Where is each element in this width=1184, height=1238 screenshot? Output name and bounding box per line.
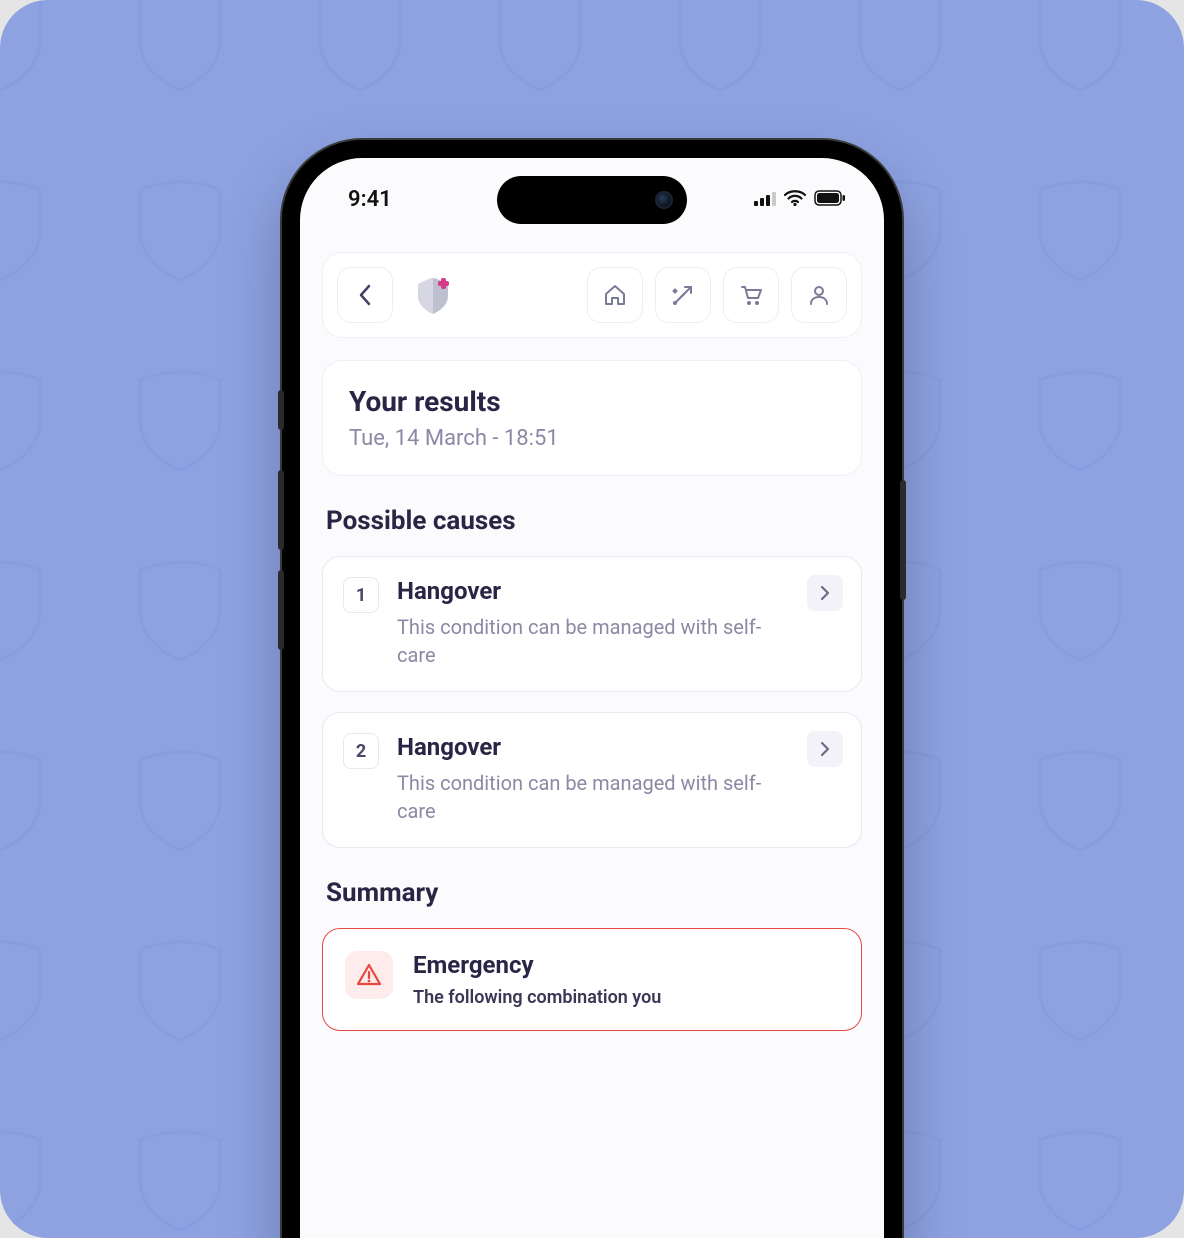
showcase-background: 9:41 bbox=[0, 0, 1184, 1238]
app-logo bbox=[405, 267, 461, 323]
phone-side-button bbox=[278, 390, 284, 430]
cause-rank-badge: 1 bbox=[343, 577, 379, 613]
cause-description: This condition can be managed with self-… bbox=[397, 613, 791, 669]
chevron-right-icon bbox=[820, 741, 830, 757]
front-camera bbox=[655, 191, 673, 209]
nav-home-button[interactable] bbox=[587, 267, 643, 323]
status-time: 9:41 bbox=[348, 187, 392, 212]
cause-rank-badge: 2 bbox=[343, 733, 379, 769]
alert-triangle-icon bbox=[345, 951, 393, 999]
cause-item[interactable]: 2 Hangover This condition can be managed… bbox=[322, 712, 862, 848]
emergency-title: Emergency bbox=[413, 951, 661, 979]
wifi-icon bbox=[784, 187, 806, 212]
phone-frame: 9:41 bbox=[282, 140, 902, 1238]
top-toolbar bbox=[322, 252, 862, 338]
summary-heading: Summary bbox=[326, 878, 858, 908]
cause-description: This condition can be managed with self-… bbox=[397, 769, 791, 825]
chevron-right-icon bbox=[820, 585, 830, 601]
cause-disclosure-button[interactable] bbox=[807, 575, 843, 611]
phone-side-button bbox=[278, 470, 284, 550]
phone-screen: 9:41 bbox=[300, 158, 884, 1238]
profile-icon bbox=[807, 283, 831, 307]
dynamic-island bbox=[497, 176, 687, 224]
emergency-card[interactable]: Emergency The following combination you bbox=[322, 928, 862, 1031]
results-title: Your results bbox=[349, 385, 835, 418]
shield-plus-icon bbox=[412, 274, 454, 316]
chevron-left-icon bbox=[358, 284, 372, 306]
cause-item[interactable]: 1 Hangover This condition can be managed… bbox=[322, 556, 862, 692]
tools-icon bbox=[671, 283, 695, 307]
back-button[interactable] bbox=[337, 267, 393, 323]
cellular-icon bbox=[754, 187, 776, 212]
phone-side-button bbox=[900, 480, 906, 600]
results-timestamp: Tue, 14 March - 18:51 bbox=[349, 426, 835, 451]
cause-title: Hangover bbox=[397, 577, 791, 605]
nav-profile-button[interactable] bbox=[791, 267, 847, 323]
results-header-card: Your results Tue, 14 March - 18:51 bbox=[322, 360, 862, 476]
battery-icon bbox=[814, 187, 846, 212]
emergency-description: The following combination you bbox=[413, 987, 661, 1008]
phone-side-button bbox=[278, 570, 284, 650]
nav-tools-button[interactable] bbox=[655, 267, 711, 323]
home-icon bbox=[603, 283, 627, 307]
possible-causes-heading: Possible causes bbox=[326, 506, 858, 536]
cause-title: Hangover bbox=[397, 733, 791, 761]
nav-cart-button[interactable] bbox=[723, 267, 779, 323]
cause-disclosure-button[interactable] bbox=[807, 731, 843, 767]
cart-icon bbox=[739, 283, 763, 307]
